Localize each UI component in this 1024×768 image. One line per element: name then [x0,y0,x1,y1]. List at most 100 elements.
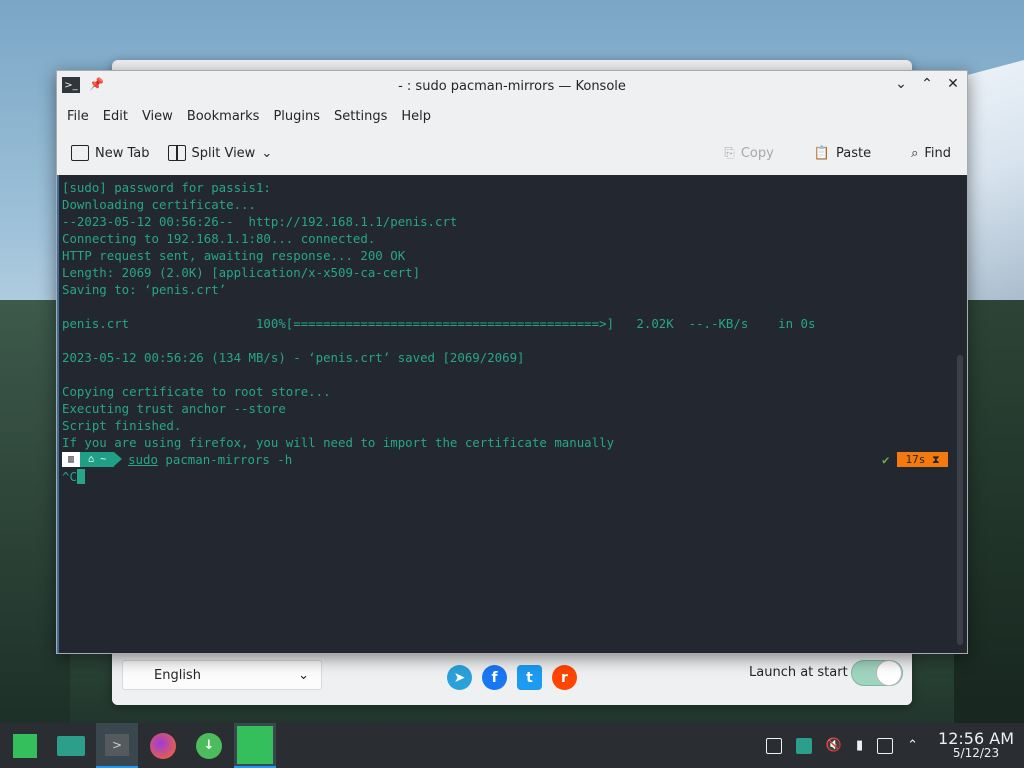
tray-expand-icon[interactable]: ⌃ [907,738,918,753]
welcome-bottom-bar: English ⌄ ➤ f t r Launch at start [112,655,912,705]
download-icon: ↓ [196,732,222,759]
telegram-icon[interactable]: ➤ [447,665,472,690]
terminal-line: Length: 2069 (2.0K) [application/x-x509-… [62,265,421,280]
menu-bookmarks[interactable]: Bookmarks [187,109,269,124]
konsole-window: >_ 📌 - : sudo pacman-mirrors — Konsole ⌄… [56,70,968,654]
find-button[interactable]: ⌕ Find [911,146,951,161]
terminal-line: Script finished. [62,418,182,433]
manjaro-logo-icon [13,733,37,758]
terminal-line: 2023-05-12 00:56:26 (134 MB/s) - ‘penis.… [62,350,525,365]
folder-icon [57,735,85,756]
split-view-icon [167,145,186,161]
terminal-view[interactable]: [sudo] password for passis1: Downloading… [57,175,967,653]
clock-date: 5/12/23 [952,745,1000,760]
facebook-icon[interactable]: f [482,665,507,690]
volume-muted-icon[interactable]: 🔇 [826,738,842,753]
terminal-line: HTTP request sent, awaiting response... … [62,248,406,263]
launch-at-start-toggle[interactable] [851,660,903,686]
toolbar-right: ⎘ Copy 📋 Paste ⌕ Find [724,131,951,175]
language-value: English [154,667,201,683]
menubar: File Edit View Bookmarks Plugins Setting… [57,101,967,131]
system-tray: 🔇 ▮ ⌃ 12:56 AM 5/12/23 [765,723,1014,768]
split-view-label: Split View [191,145,256,161]
language-select[interactable]: English ⌄ [122,660,322,690]
terminal-line: [sudo] password for passis1: [62,180,271,195]
close-icon[interactable]: ✕ [945,76,961,92]
clock-time: 12:56 AM [938,728,1014,748]
terminal-line: penis.crt 100%[=========================… [62,316,816,331]
clipboard-icon[interactable] [765,737,782,754]
menu-plugins[interactable]: Plugins [273,109,329,124]
prompt-status: ✔ 17s ⧗ [882,451,948,468]
network-icon[interactable] [877,737,894,754]
command-args: pacman-mirrors -h [157,452,293,467]
status-check-icon: ✔ [882,452,890,467]
menu-edit[interactable]: Edit [103,109,137,124]
paste-icon: 📋 [813,145,830,161]
copy-label: Copy [740,145,774,161]
text-cursor [76,469,85,484]
taskbar-konsole[interactable]: > [96,723,138,768]
pin-icon[interactable]: 📌 [89,77,104,91]
duration-badge: 17s ⧗ [897,452,948,467]
window-controls: ⌄ ⌃ ✕ [893,76,961,92]
taskbar-file-manager[interactable] [50,723,92,768]
paste-button[interactable]: 📋 Paste [814,146,871,161]
terminal-scrollbar[interactable] [957,355,963,645]
chevron-down-icon: ⌄ [261,145,273,161]
launch-at-start-label: Launch at start [749,665,848,680]
updates-icon[interactable] [795,737,812,754]
menu-help[interactable]: Help [401,109,440,124]
prompt-command: sudo pacman-mirrors -h [128,451,292,468]
split-view-button[interactable]: Split View ⌄ [167,145,273,161]
toggle-knob [876,660,902,686]
maximize-icon[interactable]: ⌃ [919,76,935,92]
find-label: Find [924,145,951,161]
firefox-icon [150,732,176,759]
menu-file[interactable]: File [67,109,98,124]
application-launcher[interactable] [4,723,46,768]
taskbar: > ↓ 🔇 ▮ ⌃ 12:56 AM 5/12/23 [0,723,1024,768]
titlebar[interactable]: >_ 📌 - : sudo pacman-mirrors — Konsole ⌄… [57,71,967,101]
copy-button[interactable]: ⎘ Copy [724,146,773,161]
terminal-line: Saving to: ‘penis.crt’ [62,282,227,297]
terminal-line: --2023-05-12 00:56:26-- http://192.168.1… [62,214,458,229]
terminal-line: Downloading certificate... [62,197,256,212]
terminal-line: Copying certificate to root store... [62,384,331,399]
terminal-icon: > [105,733,129,756]
interrupt-text: ^C [62,469,77,484]
toolbar: New Tab Split View ⌄ ⎘ Copy 📋 Paste ⌕ Fi… [57,131,967,175]
terminal-input-line: ^C [62,468,967,485]
konsole-app-icon[interactable]: >_ [62,77,80,93]
terminal-line: If you are using firefox, you will need … [62,435,615,450]
new-tab-button[interactable]: New Tab [71,145,150,161]
shell-prompt: ▥ ⌂ ~ sudo pacman-mirrors -h ✔ 17s ⧗ [62,451,967,468]
new-tab-label: New Tab [95,145,150,161]
new-tab-icon [71,145,89,161]
window-title: - : sudo pacman-mirrors — Konsole [398,78,626,94]
social-links: ➤ f t r [447,665,577,690]
usb-device-icon[interactable]: ▮ [856,738,863,753]
menu-settings[interactable]: Settings [334,109,396,124]
manjaro-welcome-icon [237,725,273,764]
terminal-line: Executing trust anchor --store [62,401,286,416]
terminal-line: Connecting to 192.168.1.1:80... connecte… [62,231,376,246]
menu-view[interactable]: View [142,109,182,124]
reddit-icon[interactable]: r [552,665,577,690]
taskbar-downloader[interactable]: ↓ [188,723,230,768]
prompt-dir-segment: ⌂ ~ [80,452,123,467]
paste-label: Paste [835,145,872,161]
prompt-os-segment: ▥ [62,452,81,467]
command-sudo: sudo [128,452,158,467]
search-icon: ⌕ [911,145,919,161]
minimize-icon[interactable]: ⌄ [893,76,909,92]
clock[interactable]: 12:56 AM 5/12/23 [938,728,1014,761]
chevron-down-icon: ⌄ [298,667,309,683]
twitter-icon[interactable]: t [517,665,542,690]
taskbar-welcome[interactable] [234,723,276,768]
taskbar-firefox[interactable] [142,723,184,768]
copy-icon: ⎘ [724,145,735,161]
